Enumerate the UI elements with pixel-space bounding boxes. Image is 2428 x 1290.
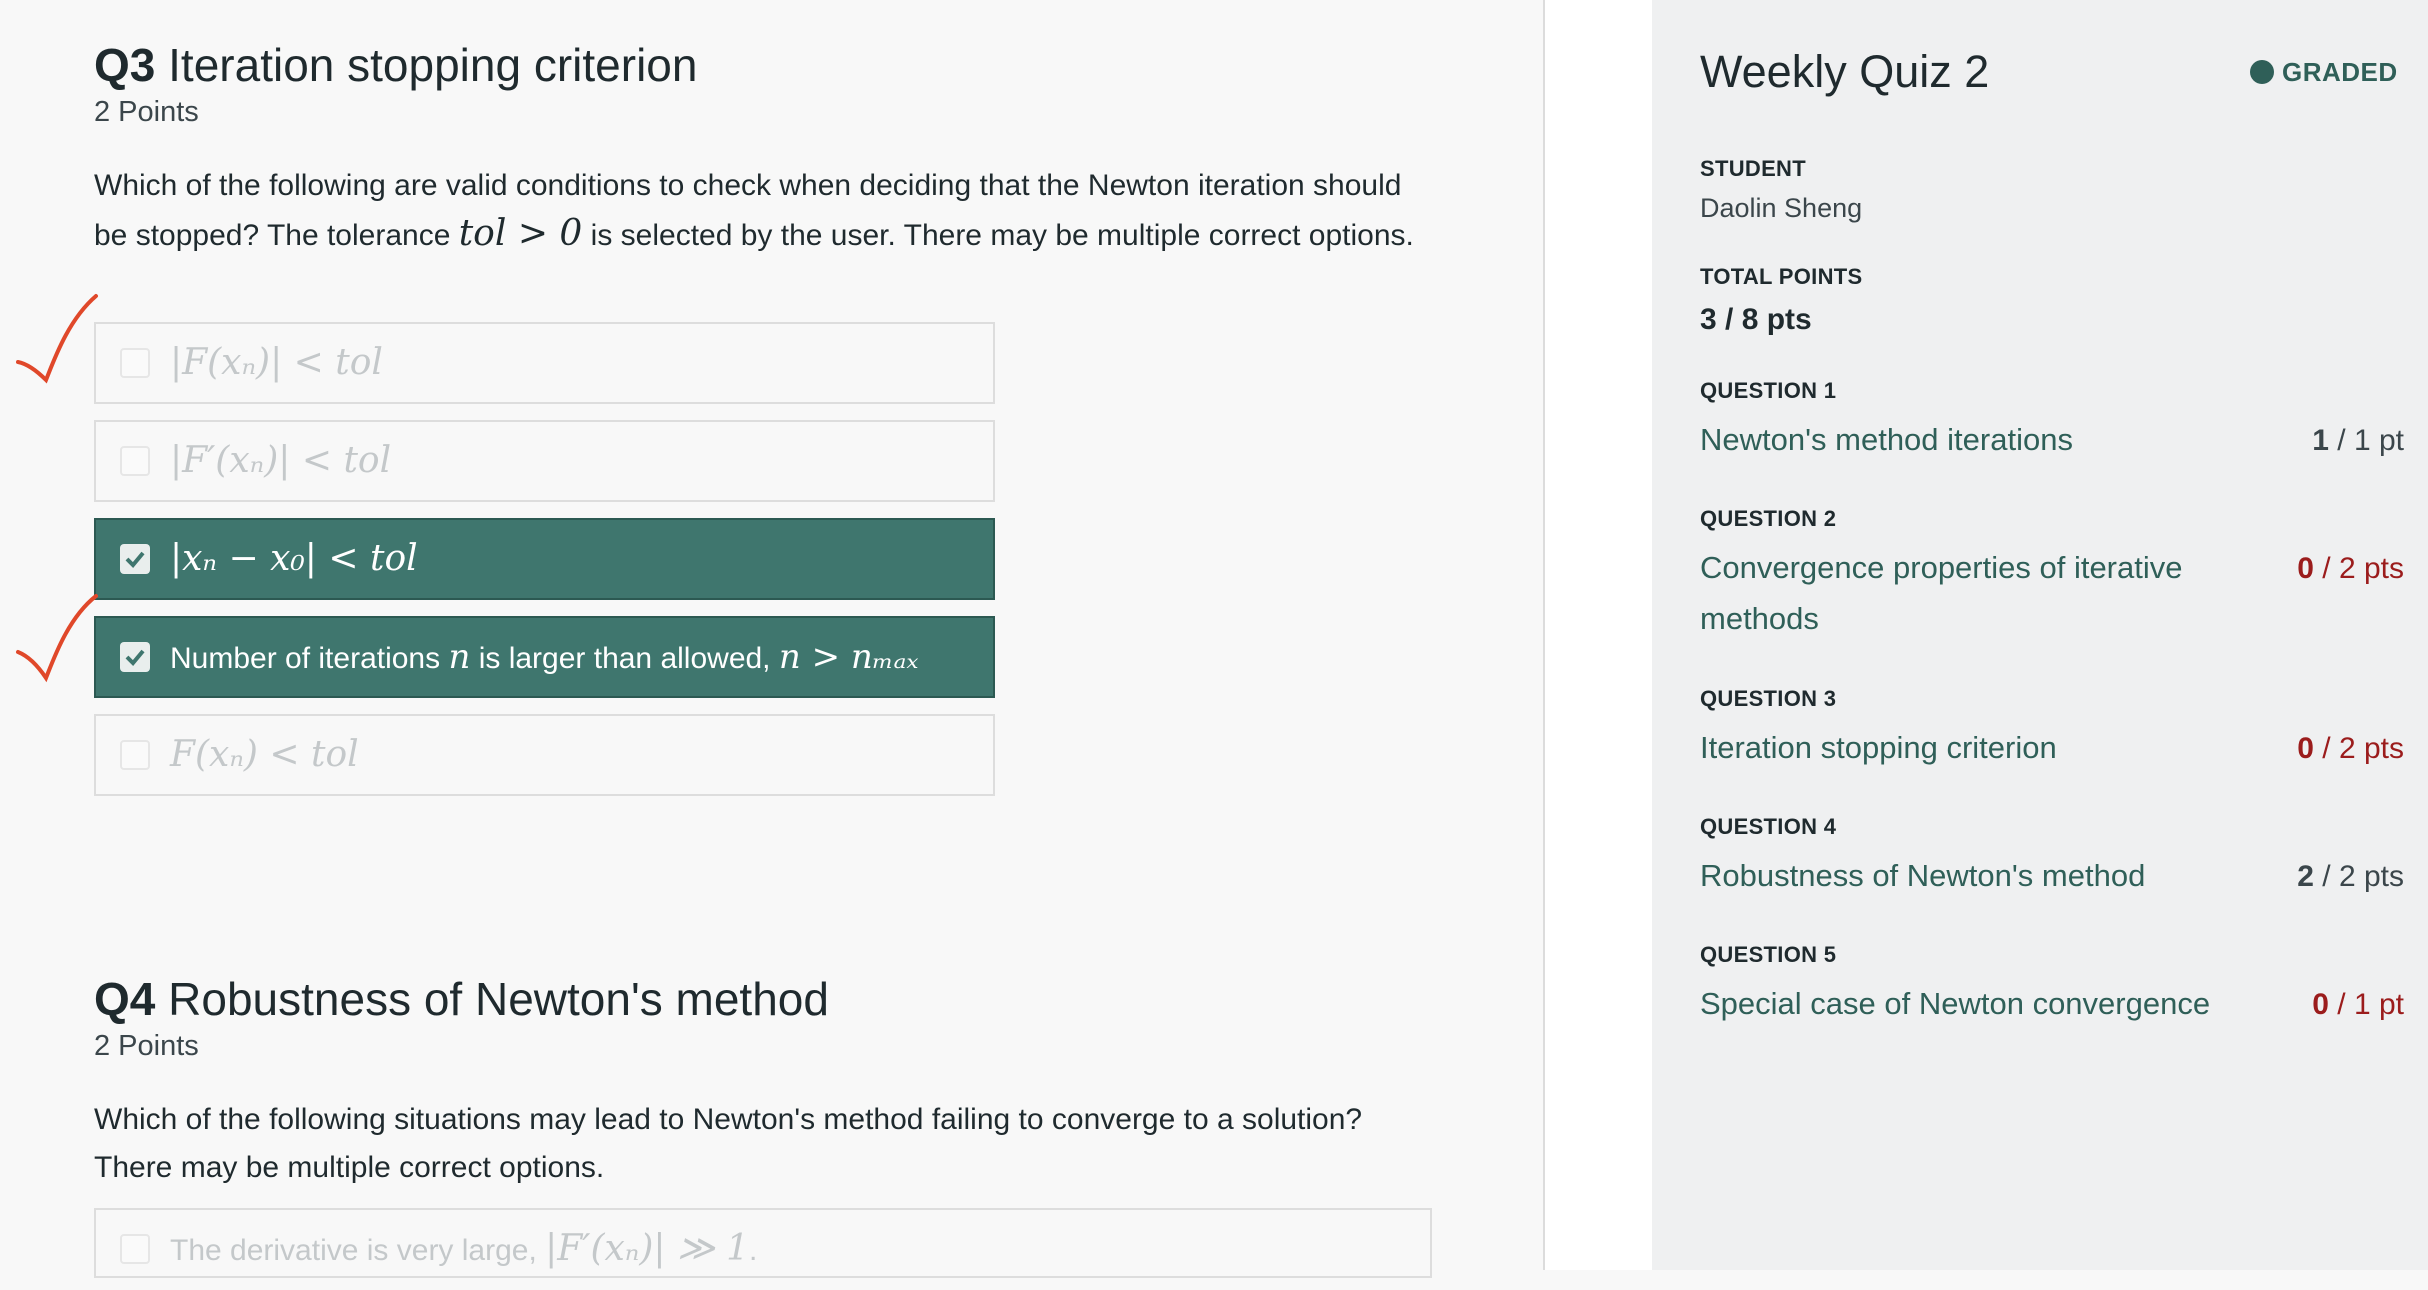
total-points-value: 3 / 8 pts — [1700, 303, 1812, 336]
question-5-score: 0 / 1 pt — [2312, 988, 2404, 1021]
question-1-score: 1 / 1 pt — [2312, 424, 2404, 457]
question-title: Iteration stopping criterion — [168, 39, 698, 91]
student-label: STUDENT — [1700, 156, 1806, 181]
status-dot-icon — [2250, 60, 2274, 84]
handwritten-check-icon — [16, 294, 98, 384]
checkbox[interactable] — [120, 446, 150, 476]
option-label: Number of iterations n is larger than al… — [170, 637, 919, 677]
question-4-link[interactable]: Robustness of Newton's method — [1700, 850, 2240, 901]
total-points-label: TOTAL POINTS — [1700, 264, 1863, 289]
handwritten-check-icon — [16, 594, 98, 683]
quiz-content: Q3 Iteration stopping criterion 2 Points… — [0, 0, 1545, 1278]
q3-option-4[interactable]: Number of iterations n is larger than al… — [94, 616, 995, 698]
student-name: Daolin Sheng — [1700, 193, 1863, 223]
status-label: GRADED — [2282, 56, 2398, 87]
question-number: Q4 — [94, 973, 156, 1025]
question-4-prompt: Which of the following situations may le… — [94, 1103, 1363, 1184]
option-label: |xₙ − x₀| < tol — [170, 538, 418, 579]
question-3-link[interactable]: Iteration stopping criterion — [1700, 722, 2240, 773]
question-4-title: Q4 Robustness of Newton's method — [94, 972, 829, 1026]
status-badge: GRADED — [2250, 56, 2398, 87]
q3-option-1[interactable]: |F(xₙ)| < tol — [94, 322, 995, 404]
option-label: |F(xₙ)| < tol — [170, 342, 383, 383]
question-3-prompt: Which of the following are valid conditi… — [94, 169, 1414, 254]
option-label: |F′(xₙ)| < tol — [170, 440, 392, 481]
option-label: The derivative is very large, |F′(xₙ)| ≫… — [170, 1228, 758, 1269]
question-1-link[interactable]: Newton's method iterations — [1700, 414, 2240, 465]
question-4-label: QUESTION 4 — [1700, 814, 1837, 839]
question-5-label: QUESTION 5 — [1700, 942, 1837, 967]
checkbox[interactable] — [120, 348, 150, 378]
question-2-label: QUESTION 2 — [1700, 506, 1837, 531]
checkbox-checked[interactable] — [120, 642, 150, 672]
q3-option-3[interactable]: |xₙ − x₀| < tol — [94, 518, 995, 600]
question-number: Q3 — [94, 39, 156, 91]
question-title: Robustness of Newton's method — [168, 973, 829, 1025]
question-4-score: 2 / 2 pts — [2297, 860, 2404, 893]
question-3-label: QUESTION 3 — [1700, 686, 1837, 711]
question-3-score: 0 / 2 pts — [2297, 732, 2404, 765]
question-2-link[interactable]: Convergence properties of iterative meth… — [1700, 542, 2240, 644]
checkbox[interactable] — [120, 740, 150, 770]
math-inline: tol > 0 — [458, 213, 583, 254]
question-1-label: QUESTION 1 — [1700, 378, 1837, 403]
question-4-points: 2 Points — [94, 1030, 199, 1062]
q4-option-1[interactable]: The derivative is very large, |F′(xₙ)| ≫… — [94, 1208, 1432, 1278]
quiz-title: Weekly Quiz 2 — [1700, 46, 1990, 97]
q3-option-2[interactable]: |F′(xₙ)| < tol — [94, 420, 995, 502]
checkbox[interactable] — [120, 1234, 150, 1264]
check-icon — [125, 551, 145, 568]
question-2-score: 0 / 2 pts — [2297, 552, 2404, 585]
question-5-link[interactable]: Special case of Newton convergence — [1700, 978, 2240, 1029]
option-label: F(xₙ) < tol — [170, 734, 359, 775]
check-icon — [125, 649, 145, 666]
question-3-points: 2 Points — [94, 96, 199, 128]
checkbox-checked[interactable] — [120, 544, 150, 574]
question-3-title: Q3 Iteration stopping criterion — [94, 38, 697, 92]
q3-option-5[interactable]: F(xₙ) < tol — [94, 714, 995, 796]
divider-gutter — [1545, 0, 1652, 1270]
